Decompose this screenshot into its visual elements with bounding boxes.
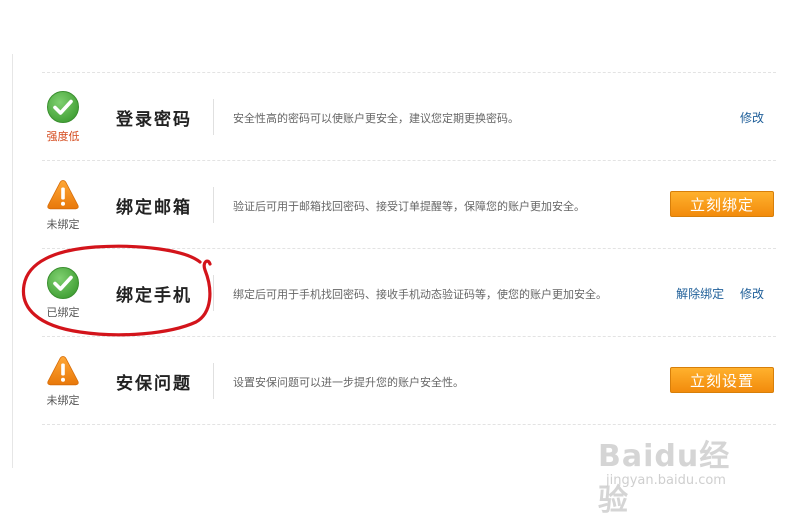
security-settings-list: 强度低 登录密码 安全性高的密码可以使账户更安全，建议您定期更换密码。 修改 未… xyxy=(42,72,776,425)
set-security-question-button[interactable]: 立刻设置 xyxy=(670,367,774,393)
modify-phone-link[interactable]: 修改 xyxy=(740,287,764,301)
status-label: 未绑定 xyxy=(46,218,80,231)
left-panel-border xyxy=(0,54,13,468)
check-circle-icon xyxy=(47,267,79,299)
row-bind-email: 未绑定 绑定邮箱 验证后可用于邮箱找回密码、接受订单提醒等，保障您的账户更加安全… xyxy=(42,161,776,248)
status-indicator: 已绑定 xyxy=(42,249,84,336)
separator xyxy=(213,275,214,311)
row-divider xyxy=(42,424,776,425)
baidu-jingyan-watermark: Baidu经验 jingyan.baidu.com xyxy=(598,431,754,518)
bind-email-button[interactable]: 立刻绑定 xyxy=(670,191,774,217)
row-description: 绑定后可用于手机找回密码、接收手机动态验证码等，使您的账户更加安全。 xyxy=(233,288,607,301)
status-indicator: 未绑定 xyxy=(42,161,84,248)
row-security-question: 未绑定 安保问题 设置安保问题可以进一步提升您的账户安全性。 立刻设置 xyxy=(42,337,776,424)
separator xyxy=(213,187,214,223)
warning-triangle-icon xyxy=(47,180,79,210)
row-title: 绑定手机 xyxy=(116,286,192,306)
watermark-url: jingyan.baidu.com xyxy=(606,473,726,488)
row-login-password: 强度低 登录密码 安全性高的密码可以使账户更安全，建议您定期更换密码。 修改 xyxy=(42,73,776,160)
row-description: 验证后可用于邮箱找回密码、接受订单提醒等，保障您的账户更加安全。 xyxy=(233,200,585,213)
row-bind-phone: 已绑定 绑定手机 绑定后可用于手机找回密码、接收手机动态验证码等，使您的账户更加… xyxy=(42,249,776,336)
status-label: 强度低 xyxy=(46,130,80,143)
row-actions: 修改 xyxy=(728,109,764,126)
unbind-phone-link[interactable]: 解除绑定 xyxy=(676,287,724,301)
row-description: 设置安保问题可以进一步提升您的账户安全性。 xyxy=(233,376,464,389)
separator xyxy=(213,99,214,135)
status-label: 未绑定 xyxy=(46,394,80,407)
row-description: 安全性高的密码可以使账户更安全，建议您定期更换密码。 xyxy=(233,112,519,125)
row-actions: 解除绑定 修改 xyxy=(664,285,764,302)
status-indicator: 强度低 xyxy=(42,73,84,160)
modify-password-link[interactable]: 修改 xyxy=(740,111,764,125)
check-circle-icon xyxy=(47,91,79,123)
separator xyxy=(213,363,214,399)
warning-triangle-icon xyxy=(47,356,79,386)
row-title: 登录密码 xyxy=(116,110,192,130)
status-indicator: 未绑定 xyxy=(42,337,84,424)
row-title: 绑定邮箱 xyxy=(116,198,192,218)
row-title: 安保问题 xyxy=(116,374,192,394)
status-label: 已绑定 xyxy=(46,306,80,319)
